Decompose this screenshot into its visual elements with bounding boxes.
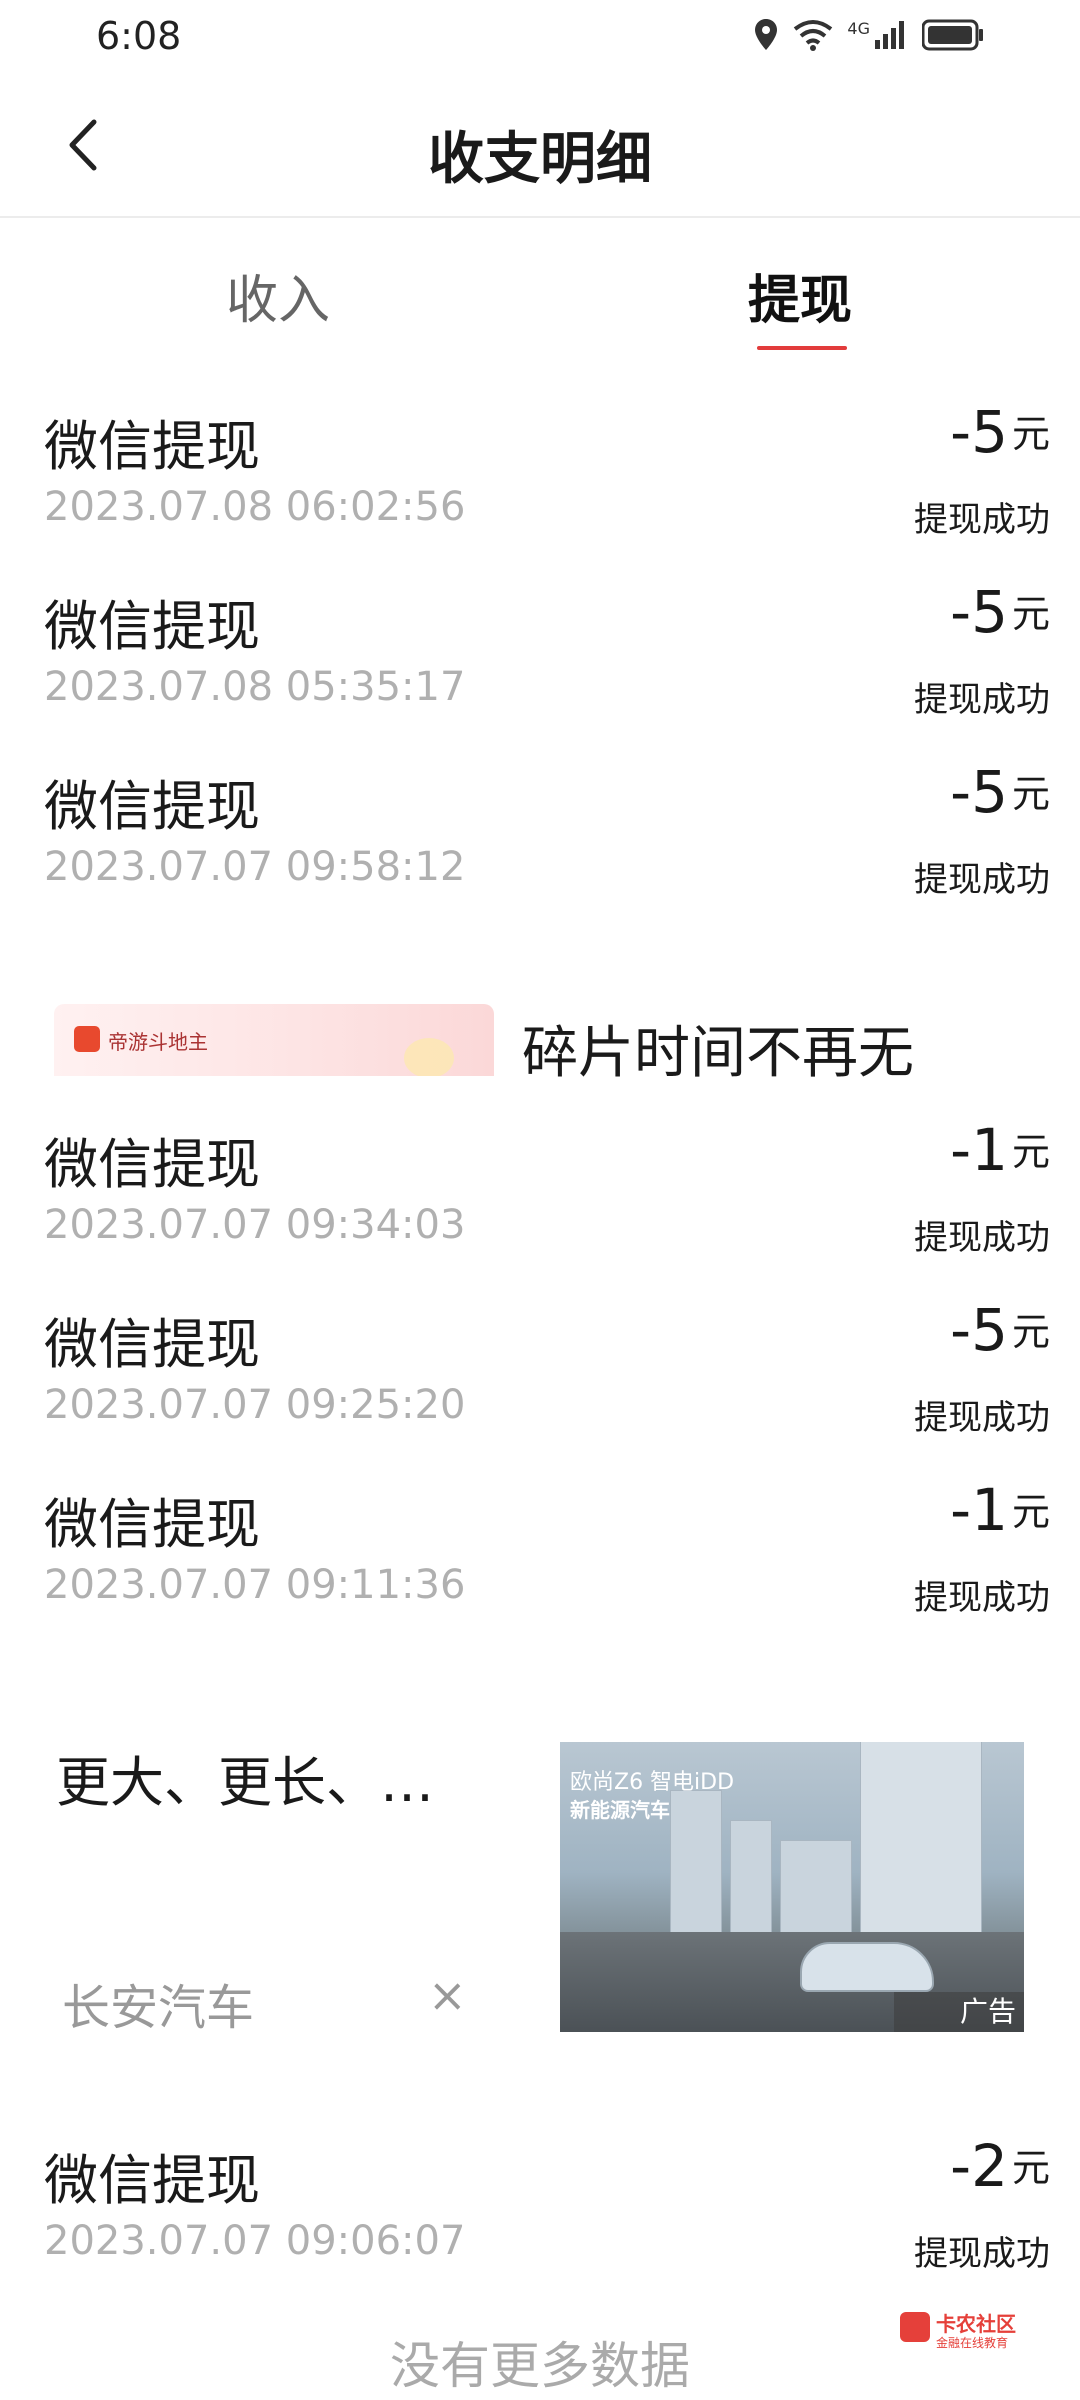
record-row[interactable]: 微信提现 2023.07.07 09:11:36 -1 元 提现成功 (0, 1470, 1080, 1650)
amount-unit: 元 (1011, 772, 1050, 816)
ad-banner-image[interactable]: 帝游斗地主 (54, 1004, 494, 1076)
tab-withdraw[interactable]: 提现 (700, 258, 900, 333)
record-time: 2023.07.08 06:02:56 (44, 484, 466, 530)
amount-unit: 元 (1011, 2146, 1050, 2190)
record-row[interactable]: 微信提现 2023.07.07 09:58:12 -5 元 提现成功 (0, 752, 1080, 932)
building (670, 1790, 722, 1942)
record-time: 2023.07.07 09:06:07 (44, 2218, 466, 2264)
status-bar: 6:08 4G (0, 0, 1080, 80)
ad-card[interactable]: 更大、更长、… 长安汽车 × 欧尚Z6 智电iDD 新能源汽车 广告 (0, 1700, 1080, 2040)
record-status: 提现成功 (914, 1218, 1050, 1258)
record-status: 提现成功 (914, 680, 1050, 720)
car (800, 1942, 934, 1992)
decoration (404, 1038, 454, 1076)
record-status: 提现成功 (914, 500, 1050, 540)
record-amount: -5 元 (950, 578, 1050, 646)
record-status: 提现成功 (914, 1578, 1050, 1618)
amount-value: -5 (950, 1296, 1008, 1364)
wifi-icon (794, 20, 833, 51)
watermark-subtitle: 金融在线教育 (936, 2336, 1009, 2350)
record-title: 微信提现 (44, 2149, 260, 2212)
ad-card-title[interactable]: 更大、更长、… (56, 1738, 434, 1817)
record-title: 微信提现 (44, 595, 260, 658)
location-icon (755, 19, 778, 50)
amount-value: -1 (950, 1116, 1008, 1184)
amount-value: -5 (950, 578, 1008, 646)
watermark: 卡农社区 金融在线教育 (900, 2306, 1040, 2356)
record-amount: -5 元 (950, 398, 1050, 466)
building (860, 1742, 982, 1942)
ad-label: 广告 (894, 1992, 1024, 2032)
record-row[interactable]: 微信提现 2023.07.07 09:25:20 -5 元 提现成功 (0, 1290, 1080, 1470)
game-logo-icon (74, 1026, 100, 1052)
status-icons: 4G (753, 18, 984, 52)
record-time: 2023.07.07 09:34:03 (44, 1202, 466, 1248)
ad-banner-text[interactable]: 碎片时间不再无 (522, 1008, 914, 1089)
record-row[interactable]: 微信提现 2023.07.08 05:35:17 -5 元 提现成功 (0, 572, 1080, 752)
ad-image-title: 欧尚Z6 智电iDD (570, 1770, 735, 1795)
ad-banner[interactable]: 帝游斗地主 碎片时间不再无 (0, 1000, 1080, 1090)
tab-income[interactable]: 收入 (178, 258, 378, 333)
amount-value: -5 (950, 398, 1008, 466)
record-status: 提现成功 (914, 860, 1050, 900)
record-status: 提现成功 (914, 2234, 1050, 2274)
status-time: 6:08 (96, 14, 182, 58)
record-title: 微信提现 (44, 1313, 260, 1376)
ad-app-name: 帝游斗地主 (108, 1030, 208, 1054)
record-amount: -5 元 (950, 758, 1050, 826)
signal-icon (875, 21, 904, 49)
ad-image-subtitle: 新能源汽车 (570, 1798, 670, 1822)
amount-value: -1 (950, 1476, 1008, 1544)
watermark-title: 卡农社区 (936, 2312, 1016, 2336)
app-header: 收支明细 (0, 80, 1080, 218)
ad-card-brand: 长安汽车 (62, 1980, 255, 2036)
record-row[interactable]: 微信提现 2023.07.07 09:34:03 -1 元 提现成功 (0, 1110, 1080, 1290)
amount-value: -5 (950, 758, 1008, 826)
amount-unit: 元 (1011, 412, 1050, 456)
record-time: 2023.07.08 05:35:17 (44, 664, 466, 710)
battery-icon (922, 19, 983, 51)
record-amount: -1 元 (950, 1476, 1050, 1544)
record-time: 2023.07.07 09:25:20 (44, 1382, 466, 1428)
amount-unit: 元 (1011, 1130, 1050, 1174)
record-amount: -5 元 (950, 1296, 1050, 1364)
watermark-logo-icon (900, 2312, 930, 2342)
record-title: 微信提现 (44, 415, 260, 478)
record-amount: -2 元 (950, 2132, 1050, 2200)
record-time: 2023.07.07 09:11:36 (44, 1562, 466, 1608)
record-row[interactable]: 微信提现 2023.07.08 06:02:56 -5 元 提现成功 (0, 392, 1080, 572)
amount-unit: 元 (1011, 592, 1050, 636)
record-title: 微信提现 (44, 1493, 260, 1556)
record-time: 2023.07.07 09:58:12 (44, 844, 466, 890)
amount-unit: 元 (1011, 1490, 1050, 1534)
network-label: 4G (847, 18, 870, 38)
record-row[interactable]: 微信提现 2023.07.07 09:06:07 -2 元 提现成功 (0, 2126, 1080, 2306)
record-amount: -1 元 (950, 1116, 1050, 1184)
amount-unit: 元 (1011, 1310, 1050, 1354)
building (780, 1840, 852, 1942)
record-title: 微信提现 (44, 1133, 260, 1196)
ad-card-image[interactable]: 欧尚Z6 智电iDD 新能源汽车 广告 (560, 1742, 1024, 2032)
page-title: 收支明细 (428, 127, 652, 192)
building (730, 1820, 772, 1942)
close-icon[interactable]: × (428, 1968, 467, 2022)
active-tab-indicator (757, 346, 847, 350)
record-title: 微信提现 (44, 775, 260, 838)
amount-value: -2 (950, 2132, 1008, 2200)
record-status: 提现成功 (914, 1398, 1050, 1438)
tab-bar: 收入 提现 (0, 218, 1080, 358)
